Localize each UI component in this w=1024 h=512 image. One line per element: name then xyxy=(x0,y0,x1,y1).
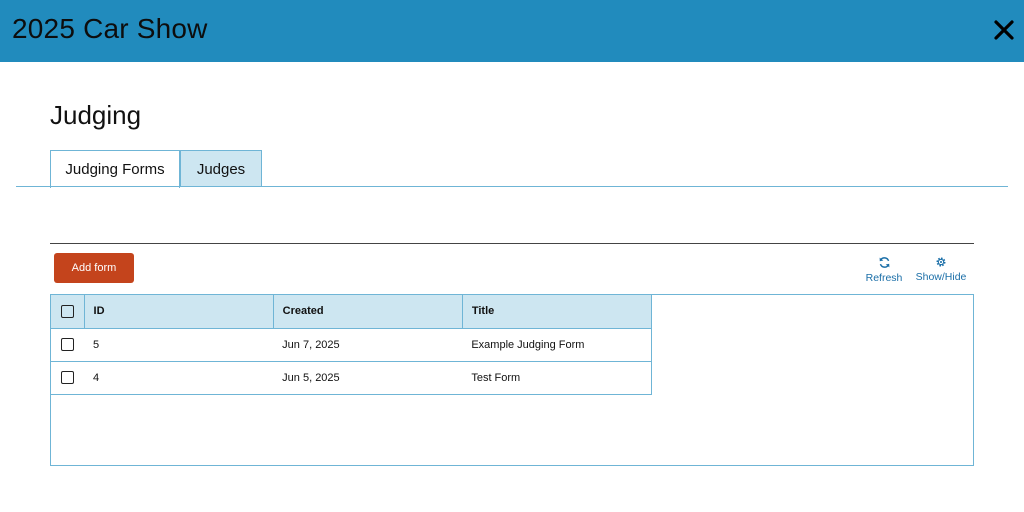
cell-created: Jun 7, 2025 xyxy=(273,328,463,362)
table-row[interactable]: 5 Jun 7, 2025 Example Judging Form xyxy=(51,328,653,362)
tabs-underline xyxy=(16,186,1008,187)
tab-label: Judging Forms xyxy=(65,161,165,178)
select-all-cell xyxy=(51,295,85,329)
cell-created: Jun 5, 2025 xyxy=(273,361,463,395)
cell-title: Test Form xyxy=(462,361,653,395)
section-divider xyxy=(50,243,974,244)
forms-table-container: ID Created Title 5 Jun 7, 2025 Example J… xyxy=(50,294,974,466)
cell-id: 4 xyxy=(84,361,274,395)
refresh-label: Refresh xyxy=(865,272,903,284)
column-header-title[interactable]: Title xyxy=(462,295,653,329)
column-header-id[interactable]: ID xyxy=(84,295,274,329)
row-select-cell xyxy=(51,328,85,362)
cell-title: Example Judging Form xyxy=(462,328,653,362)
page-title: Judging xyxy=(50,100,142,130)
tab-judging-forms[interactable]: Judging Forms xyxy=(50,150,180,188)
app-title: 2025 Car Show xyxy=(12,13,208,44)
refresh-button[interactable]: Refresh xyxy=(864,256,904,284)
show-hide-button[interactable]: Show/Hide xyxy=(912,256,970,283)
gear-icon xyxy=(936,257,946,267)
tab-judges[interactable]: Judges xyxy=(180,150,262,187)
app-header: 2025 Car Show xyxy=(0,0,1024,62)
row-checkbox[interactable] xyxy=(61,338,74,351)
select-all-checkbox[interactable] xyxy=(60,304,74,318)
show-hide-label: Show/Hide xyxy=(915,271,967,283)
close-icon xyxy=(994,20,1014,40)
add-form-button[interactable]: Add form xyxy=(54,253,134,283)
cell-id: 5 xyxy=(84,328,274,362)
table-row[interactable]: 4 Jun 5, 2025 Test Form xyxy=(51,361,653,395)
tab-label: Judges xyxy=(196,160,246,178)
row-select-cell xyxy=(51,361,85,395)
row-checkbox[interactable] xyxy=(61,371,74,384)
refresh-icon xyxy=(879,257,889,268)
forms-table: ID Created Title 5 Jun 7, 2025 Example J… xyxy=(51,295,653,395)
column-header-created[interactable]: Created xyxy=(273,295,463,329)
close-button[interactable] xyxy=(990,16,1018,44)
table-header-row: ID Created Title xyxy=(51,295,653,329)
